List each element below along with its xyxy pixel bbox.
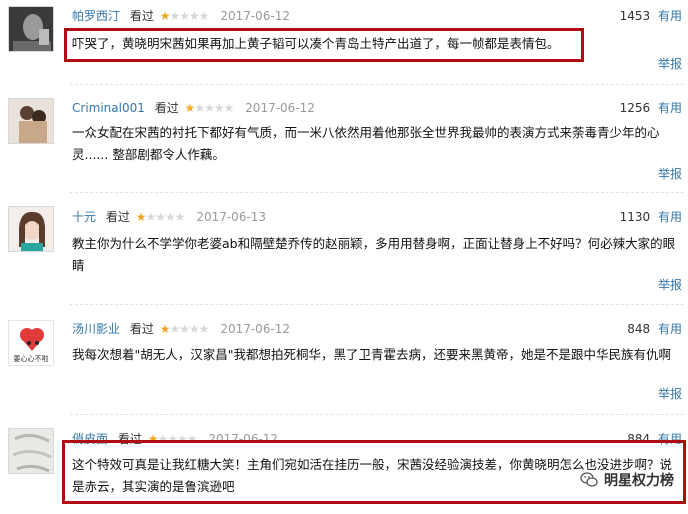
vote-area: 848 有用	[627, 320, 682, 338]
comment-header: 帕罗西汀 看过 ★★★★★ 2017-06-12	[72, 7, 290, 25]
watermark-text: 明星权力榜	[604, 473, 674, 489]
comment-date: 2017-06-12	[220, 9, 291, 23]
useful-button[interactable]: 有用	[658, 9, 682, 23]
watch-status: 看过	[105, 210, 130, 224]
vote-count: 848	[627, 322, 651, 336]
rating-stars: ★★★★★	[159, 322, 210, 336]
divider	[70, 304, 684, 305]
watch-status: 看过	[129, 9, 154, 23]
vote-count: 1256	[619, 101, 651, 115]
divider	[70, 192, 684, 193]
comment-header: Criminal001 看过 ★★★★★ 2017-06-12	[72, 99, 315, 117]
vote-count: 1453	[619, 9, 651, 23]
comment-text: 一众女配在宋茜的衬托下都好有气质，而一米八依然用着他那张全世界我最帅的表演方式来…	[72, 125, 660, 162]
comment-header: 十元 看过 ★★★★★ 2017-06-13	[72, 208, 266, 226]
avatar-image	[9, 429, 53, 473]
comment-date: 2017-06-12	[220, 322, 291, 336]
useful-button[interactable]: 有用	[658, 322, 682, 336]
avatar-image	[9, 7, 53, 51]
username-link[interactable]: 汤川影业	[72, 322, 120, 336]
report-link[interactable]: 举报	[658, 165, 682, 182]
useful-button[interactable]: 有用	[658, 210, 682, 224]
comment-date: 2017-06-13	[196, 210, 267, 224]
avatar[interactable]	[8, 6, 54, 52]
rating-stars: ★★★★★	[184, 101, 235, 115]
username-link[interactable]: 帕罗西汀	[72, 9, 120, 23]
watch-status: 看过	[129, 322, 154, 336]
divider	[70, 414, 684, 415]
avatar[interactable]	[8, 206, 54, 252]
wechat-icon	[580, 472, 598, 487]
avatar-image	[9, 99, 53, 143]
comment-date: 2017-06-12	[245, 101, 315, 115]
highlight-box	[64, 28, 584, 62]
watermark: 明星权力榜	[578, 470, 676, 490]
avatar[interactable]: 要心心不啦	[8, 320, 54, 366]
comment-text: 我每次想着"胡无人，汉家昌"我都想拍死桐华，黑了卫青霍去病，还要来黑黄帝，她是不…	[72, 347, 672, 362]
comment-header: 汤川影业 看过 ★★★★★ 2017-06-12	[72, 320, 290, 338]
report-link[interactable]: 举报	[658, 276, 682, 293]
vote-count: 1130	[619, 210, 651, 224]
avatar-image	[9, 207, 53, 251]
divider	[70, 84, 684, 85]
vote-area: 1453 有用	[620, 7, 682, 25]
username-link[interactable]: 十元	[72, 210, 96, 224]
watch-status: 看过	[154, 101, 179, 115]
rating-stars: ★★★★★	[159, 9, 210, 23]
report-link[interactable]: 举报	[658, 385, 682, 402]
avatar-caption: 要心心不啦	[13, 355, 49, 363]
avatar[interactable]	[8, 428, 54, 474]
vote-area: 1130 有用	[620, 208, 682, 226]
useful-button[interactable]: 有用	[658, 101, 682, 115]
rating-stars: ★★★★★	[135, 210, 186, 224]
vote-area: 1256 有用	[620, 99, 682, 117]
comment-text: 教主你为什么不学学你老婆ab和隔壁楚乔传的赵丽颖，多用用替身啊，正面让替身上不好…	[72, 236, 676, 273]
avatar[interactable]	[8, 98, 54, 144]
report-link[interactable]: 举报	[658, 55, 682, 72]
username-link[interactable]: Criminal001	[72, 101, 145, 115]
